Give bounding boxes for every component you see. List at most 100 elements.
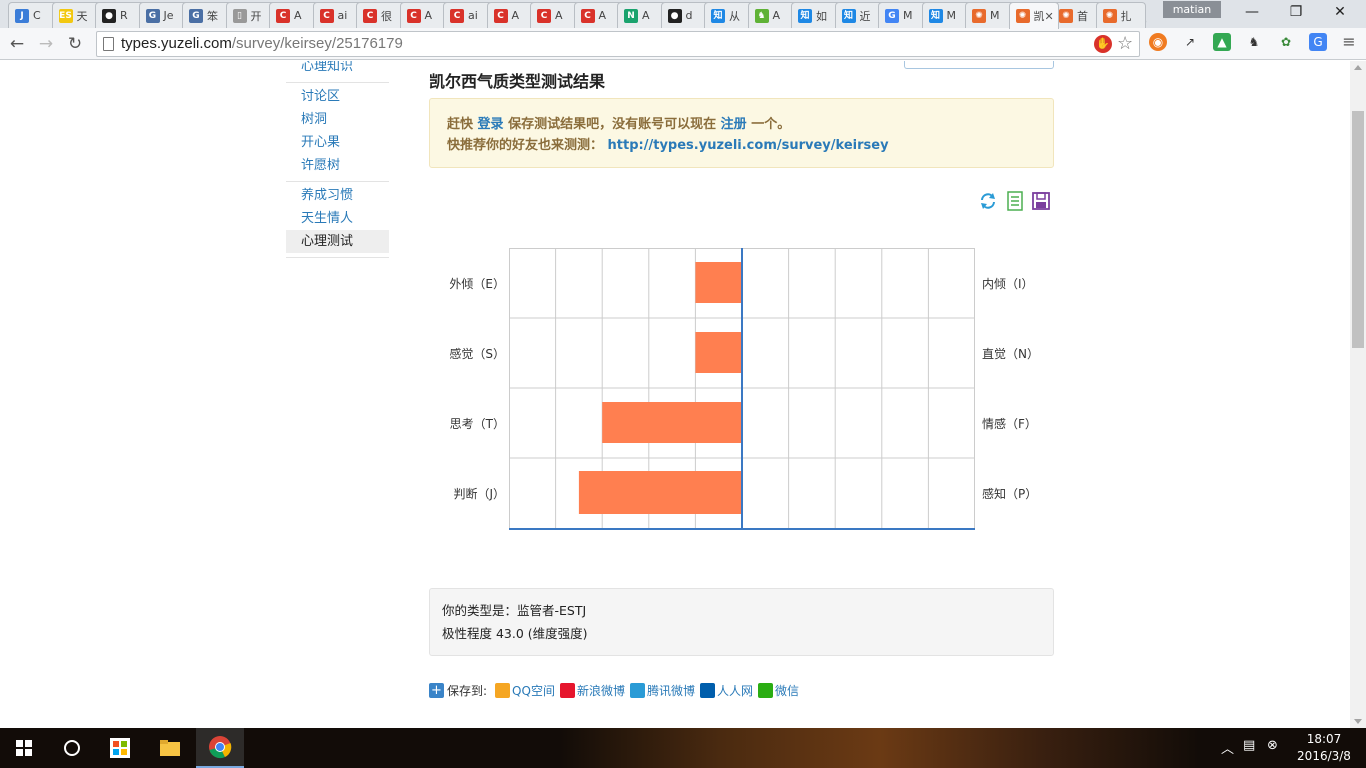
tab-label: 开 — [250, 9, 262, 23]
notifications-icon[interactable]: ▤ — [1243, 738, 1255, 753]
browser-tab[interactable]: CA — [399, 2, 450, 28]
G-favicon-icon: G — [189, 8, 203, 23]
refresh-icon[interactable] — [978, 191, 998, 211]
sidebar-group: 心理知识 — [286, 61, 389, 83]
start-button[interactable] — [0, 728, 48, 768]
browser-tab[interactable]: ES 天 — [51, 2, 102, 28]
save-icon[interactable] — [1031, 191, 1051, 211]
close-window-icon[interactable]: ✕ — [1320, 2, 1360, 22]
back-icon[interactable]: ← — [5, 32, 29, 56]
share-target-link[interactable]: 新浪微博 — [577, 682, 625, 699]
sidebar-item[interactable]: 许愿树 — [286, 154, 389, 177]
sidebar-item[interactable]: 心理测试 — [286, 230, 389, 253]
chart-bar — [578, 471, 742, 514]
tab-label: 近 — [859, 9, 871, 23]
browser-tab[interactable]: ✺ M — [965, 2, 1015, 28]
extension-translate-icon[interactable]: G — [1309, 33, 1327, 51]
browser-tab[interactable]: NA — [617, 2, 667, 28]
profile-button[interactable]: matian — [1163, 1, 1221, 18]
wallpaper-strip — [560, 728, 1200, 768]
browser-tab[interactable]: ✺ 首 — [1052, 2, 1102, 28]
browser-tab[interactable]: CA — [573, 2, 624, 28]
browser-tab[interactable]: C很 — [356, 2, 406, 28]
extension-orange-icon[interactable]: ◉ — [1149, 33, 1167, 51]
tab-strip: matian — ❐ ✕ J C ES 天 ● R G Je G 笨 ▯ 开 C A Cai C 很 C A Cai C… — [0, 0, 1366, 29]
register-link[interactable]: 注册 — [721, 117, 747, 132]
page-title: 凯尔西气质类型测试结果 — [429, 72, 606, 91]
scrollbar-thumb[interactable] — [1352, 111, 1364, 348]
taskbar-clock[interactable]: 18:07 2016/3/8 — [1296, 731, 1352, 765]
minimize-icon[interactable]: — — [1232, 2, 1272, 22]
yuzeli-favicon-icon: ✺ — [972, 8, 986, 23]
url-text[interactable]: types.yuzeli.com/survey/keirsey/25176179 — [121, 35, 403, 52]
result-type: 你的类型是：监管者-ESTJ — [442, 603, 587, 618]
tab-close-icon[interactable]: ✕ — [1045, 10, 1054, 23]
browser-tab[interactable]: ● R — [95, 2, 145, 28]
chart-label-left: 思考（T） — [449, 417, 505, 431]
adblock-icon[interactable]: ✋ — [1094, 35, 1112, 53]
browser-tab[interactable]: ▯ 开 — [225, 2, 276, 28]
知-favicon-icon: 知 — [798, 8, 812, 23]
chart-label-left: 判断（J） — [453, 487, 505, 501]
search-button[interactable] — [48, 728, 96, 768]
browser-tab[interactable]: 知近 — [834, 2, 885, 28]
page-scrollbar[interactable] — [1350, 61, 1366, 728]
extension-link-icon[interactable]: ↗ — [1181, 33, 1199, 51]
tab-active[interactable]: ✺ 凯 ✕ — [1008, 2, 1059, 29]
browser-tab[interactable]: G笨 — [182, 2, 232, 28]
browser-tab[interactable]: ♞ A — [747, 2, 798, 28]
extension-puzzle-icon[interactable]: ✿ — [1277, 33, 1295, 51]
store-button[interactable] — [96, 728, 144, 768]
doc-favicon-icon: ▯ — [232, 8, 247, 23]
tab-label: M — [946, 9, 957, 22]
restore-icon[interactable]: ❐ — [1276, 2, 1316, 22]
sidebar-item[interactable]: 开心果 — [286, 131, 389, 154]
browser-tab[interactable]: GM — [878, 2, 928, 28]
tray-chevron-icon[interactable]: ︿ — [1221, 738, 1234, 757]
chart-label-left: 外倾（E） — [449, 277, 505, 291]
browser-tab[interactable]: CA — [530, 2, 580, 28]
login-link[interactable]: 登录 — [478, 117, 504, 132]
share-target-link[interactable]: 微信 — [775, 682, 799, 699]
browser-tab[interactable]: ● d — [660, 2, 711, 28]
reload-icon[interactable]: ↻ — [63, 32, 87, 56]
browser-tab[interactable]: Cai — [443, 2, 493, 28]
chrome-taskbar-button[interactable] — [196, 728, 244, 768]
sidebar-item[interactable]: 养成习惯 — [286, 184, 389, 207]
share-target-link[interactable]: 人人网 — [717, 682, 753, 699]
share-target-icon[interactable] — [758, 682, 773, 698]
browser-tab[interactable]: 知M — [921, 2, 972, 28]
file-explorer-button[interactable] — [146, 728, 194, 768]
tray-close-icon[interactable]: ⊗ — [1267, 738, 1278, 753]
sidebar-item[interactable]: 讨论区 — [286, 85, 389, 108]
extension-google-icon[interactable]: ▲ — [1213, 33, 1231, 51]
browser-tab[interactable]: G Je — [138, 2, 189, 28]
scroll-down-icon[interactable] — [1354, 719, 1362, 724]
chart-label-right: 直觉（N） — [982, 347, 1039, 361]
browser-tab[interactable]: ✺ 扎 — [1095, 2, 1146, 28]
bookmark-star-icon[interactable]: ☆ — [1117, 33, 1133, 54]
forward-icon[interactable]: → — [34, 32, 58, 56]
browser-tab[interactable]: 知从 — [704, 2, 754, 28]
browser-tab[interactable]: JC — [8, 2, 58, 28]
share-target-icon[interactable] — [699, 682, 715, 698]
extension-evernote-icon[interactable]: ♞ — [1245, 33, 1263, 51]
address-bar[interactable]: types.yuzeli.com/survey/keirsey/25176179… — [96, 31, 1140, 57]
share-target-link[interactable]: QQ空间 — [512, 682, 555, 699]
share-target-icon[interactable] — [629, 682, 645, 698]
sidebar-item[interactable]: 天生情人 — [286, 207, 389, 230]
document-icon[interactable] — [1005, 191, 1025, 211]
share-target-icon[interactable] — [495, 682, 511, 698]
sidebar-item[interactable]: 树洞 — [286, 108, 389, 131]
chrome-menu-icon[interactable]: ≡ — [1340, 33, 1358, 51]
browser-tab[interactable]: CA — [269, 2, 319, 28]
share-target-link[interactable]: 腾讯微博 — [647, 682, 695, 699]
share-target-icon[interactable] — [559, 682, 575, 698]
browser-tab[interactable]: 知如 — [791, 2, 841, 28]
scroll-up-icon[interactable] — [1354, 65, 1362, 70]
browser-tab[interactable]: Cai — [312, 2, 363, 28]
survey-link[interactable]: http://types.yuzeli.com/survey/keirsey — [608, 138, 889, 153]
notice-text: 保存测试结果吧，没有账号可以现在 — [508, 117, 717, 132]
sidebar-item[interactable]: 心理知识 — [286, 61, 389, 78]
browser-tab[interactable]: CA — [486, 2, 537, 28]
